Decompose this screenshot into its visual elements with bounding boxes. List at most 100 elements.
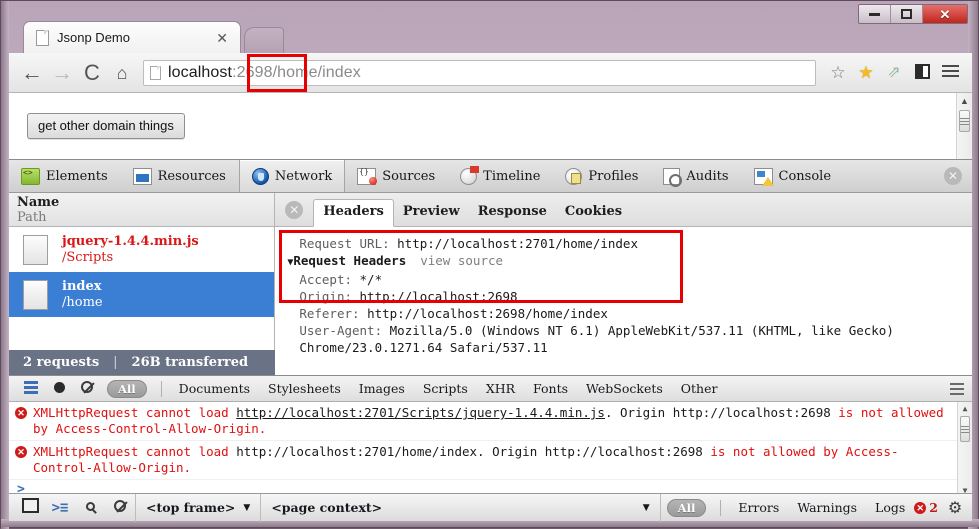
scroll-up-icon[interactable]: ▲ (957, 96, 972, 106)
network-filter-bar: All Documents Stylesheets Images Scripts… (9, 375, 972, 402)
request-headers-section[interactable]: ▼Request Headers view source (285, 252, 972, 271)
tab-close-icon[interactable]: ✕ (212, 31, 232, 45)
level-logs[interactable]: Logs (866, 500, 914, 515)
status-badge[interactable]: ✕ 2 (914, 500, 944, 515)
view-source-link[interactable]: view source (420, 253, 503, 268)
tab-console[interactable]: Console (742, 160, 845, 192)
request-row-text: index /home (62, 279, 103, 311)
context-selector[interactable]: <page context> ▼ (260, 493, 659, 522)
new-tab-button[interactable] (244, 27, 284, 53)
header-key: Accept: (299, 272, 352, 287)
filter-xhr[interactable]: XHR (477, 381, 524, 396)
scroll-up-icon[interactable]: ▲ (958, 404, 972, 413)
level-warnings[interactable]: Warnings (788, 500, 866, 515)
filter-stylesheets[interactable]: Stylesheets (259, 381, 350, 396)
message-mid: . Origin (477, 444, 545, 459)
reload-button[interactable]: C (77, 61, 107, 84)
options-icon[interactable] (950, 380, 964, 398)
devtools-close-button[interactable]: ✕ (944, 167, 962, 185)
console-scrollbar[interactable]: ▲ ▼ (957, 402, 972, 497)
dock-icon[interactable] (15, 498, 45, 515)
tab-resources-label: Resources (157, 168, 226, 184)
home-button[interactable]: ⌂ (107, 64, 137, 82)
devtools-toggle-icon[interactable] (908, 63, 936, 82)
minimize-button[interactable] (859, 5, 891, 23)
message-origin: http://localhost:2698 (672, 405, 831, 420)
clear-icon[interactable] (73, 381, 101, 396)
message-link[interactable]: http://localhost:2701/home/index (236, 444, 477, 459)
tab-headers[interactable]: Headers (313, 199, 394, 227)
header-key: Origin: (299, 289, 352, 304)
record-icon[interactable] (45, 381, 73, 396)
maximize-icon (901, 9, 912, 19)
resources-icon (132, 167, 152, 185)
search-icon[interactable] (75, 500, 105, 515)
show-console-icon[interactable]: >≡ (45, 500, 75, 516)
tab-response[interactable]: Response (469, 200, 556, 226)
share-icon[interactable]: ⇗ (880, 64, 908, 81)
tab-timeline[interactable]: Timeline (448, 160, 553, 192)
console-error-message[interactable]: ✕ XMLHttpRequest cannot load http://loca… (9, 402, 972, 441)
user-agent-row: User-Agent: Mozilla/5.0 (Windows NT 6.1)… (285, 322, 972, 356)
address-bar[interactable]: localhost:2698/home/index (143, 53, 816, 92)
frame-selector[interactable]: <top frame> ▼ (135, 493, 260, 522)
filter-other[interactable]: Other (672, 381, 727, 396)
forward-button[interactable]: → (47, 61, 77, 84)
tab-profiles-label: Profiles (588, 168, 639, 184)
tab-elements[interactable]: Elements (9, 160, 121, 192)
scroll-thumb[interactable] (960, 416, 970, 442)
scroll-thumb[interactable] (959, 110, 970, 132)
close-window-button[interactable]: ✕ (923, 5, 967, 23)
requests-count: 2 requests (23, 355, 100, 370)
bookmark-star-icon[interactable]: ★ (852, 64, 880, 81)
table-row[interactable]: index /home (9, 272, 275, 317)
detail-close-button[interactable]: ✕ (285, 201, 304, 219)
tab-console-label: Console (778, 168, 832, 184)
tab-sources[interactable]: Sources (345, 160, 448, 192)
bookmark-outline-icon[interactable]: ☆ (824, 64, 852, 81)
level-errors[interactable]: Errors (729, 500, 788, 515)
transferred-size: 26B transferred (131, 355, 249, 370)
console-error-message[interactable]: ✕ XMLHttpRequest cannot load http://loca… (9, 441, 972, 480)
tab-preview[interactable]: Preview (394, 200, 469, 226)
divider (720, 499, 722, 516)
filter-fonts[interactable]: Fonts (524, 381, 577, 396)
message-link[interactable]: http://localhost:2701/Scripts/jquery-1.4… (236, 405, 605, 420)
tab-cookies[interactable]: Cookies (556, 200, 631, 226)
gear-icon[interactable]: ⚙ (944, 498, 966, 517)
tab-network[interactable]: Network (238, 160, 346, 192)
level-all[interactable]: All (666, 498, 707, 517)
filter-documents[interactable]: Documents (170, 381, 259, 396)
filter-all[interactable]: All (107, 379, 147, 398)
clear-console-icon[interactable] (105, 499, 135, 516)
request-url-row: Request URL: http://localhost:2701/home/… (285, 235, 972, 252)
header-value: http://localhost:2698/home/index (367, 306, 608, 321)
summary-separator: | (113, 355, 118, 370)
request-name: jquery-1.4.4.min.js (62, 233, 199, 249)
list-view-icon[interactable] (17, 379, 45, 399)
maximize-button[interactable] (891, 5, 923, 23)
header-value: */* (359, 272, 383, 287)
filter-websockets[interactable]: WebSockets (577, 381, 672, 396)
tab-resources[interactable]: Resources (121, 160, 239, 192)
browser-tab[interactable]: Jsonp Demo ✕ (23, 21, 241, 53)
header-value: http://localhost:2698 (359, 289, 518, 304)
filter-scripts[interactable]: Scripts (414, 381, 477, 396)
divider (160, 380, 162, 397)
page-scrollbar[interactable]: ▲ (956, 93, 972, 159)
error-icon: ✕ (914, 501, 927, 514)
network-icon (251, 167, 269, 185)
tab-profiles[interactable]: Profiles (553, 160, 651, 192)
filter-images[interactable]: Images (350, 381, 414, 396)
file-icon (23, 234, 48, 265)
table-row[interactable]: jquery-1.4.4.min.js /Scripts (9, 227, 274, 272)
timeline-icon (460, 165, 480, 185)
header-row: Origin: http://localhost:2698 (285, 288, 972, 305)
menu-icon[interactable] (936, 62, 964, 83)
console-messages: ✕ XMLHttpRequest cannot load http://loca… (9, 402, 972, 497)
tab-audits[interactable]: Audits (651, 160, 741, 192)
get-other-domain-things-button[interactable]: get other domain things (27, 113, 185, 139)
devtools-panel: Elements Resources Network Sources Timel… (9, 159, 972, 522)
page-content: get other domain things ▲ (9, 93, 972, 159)
back-button[interactable]: ← (17, 61, 47, 84)
